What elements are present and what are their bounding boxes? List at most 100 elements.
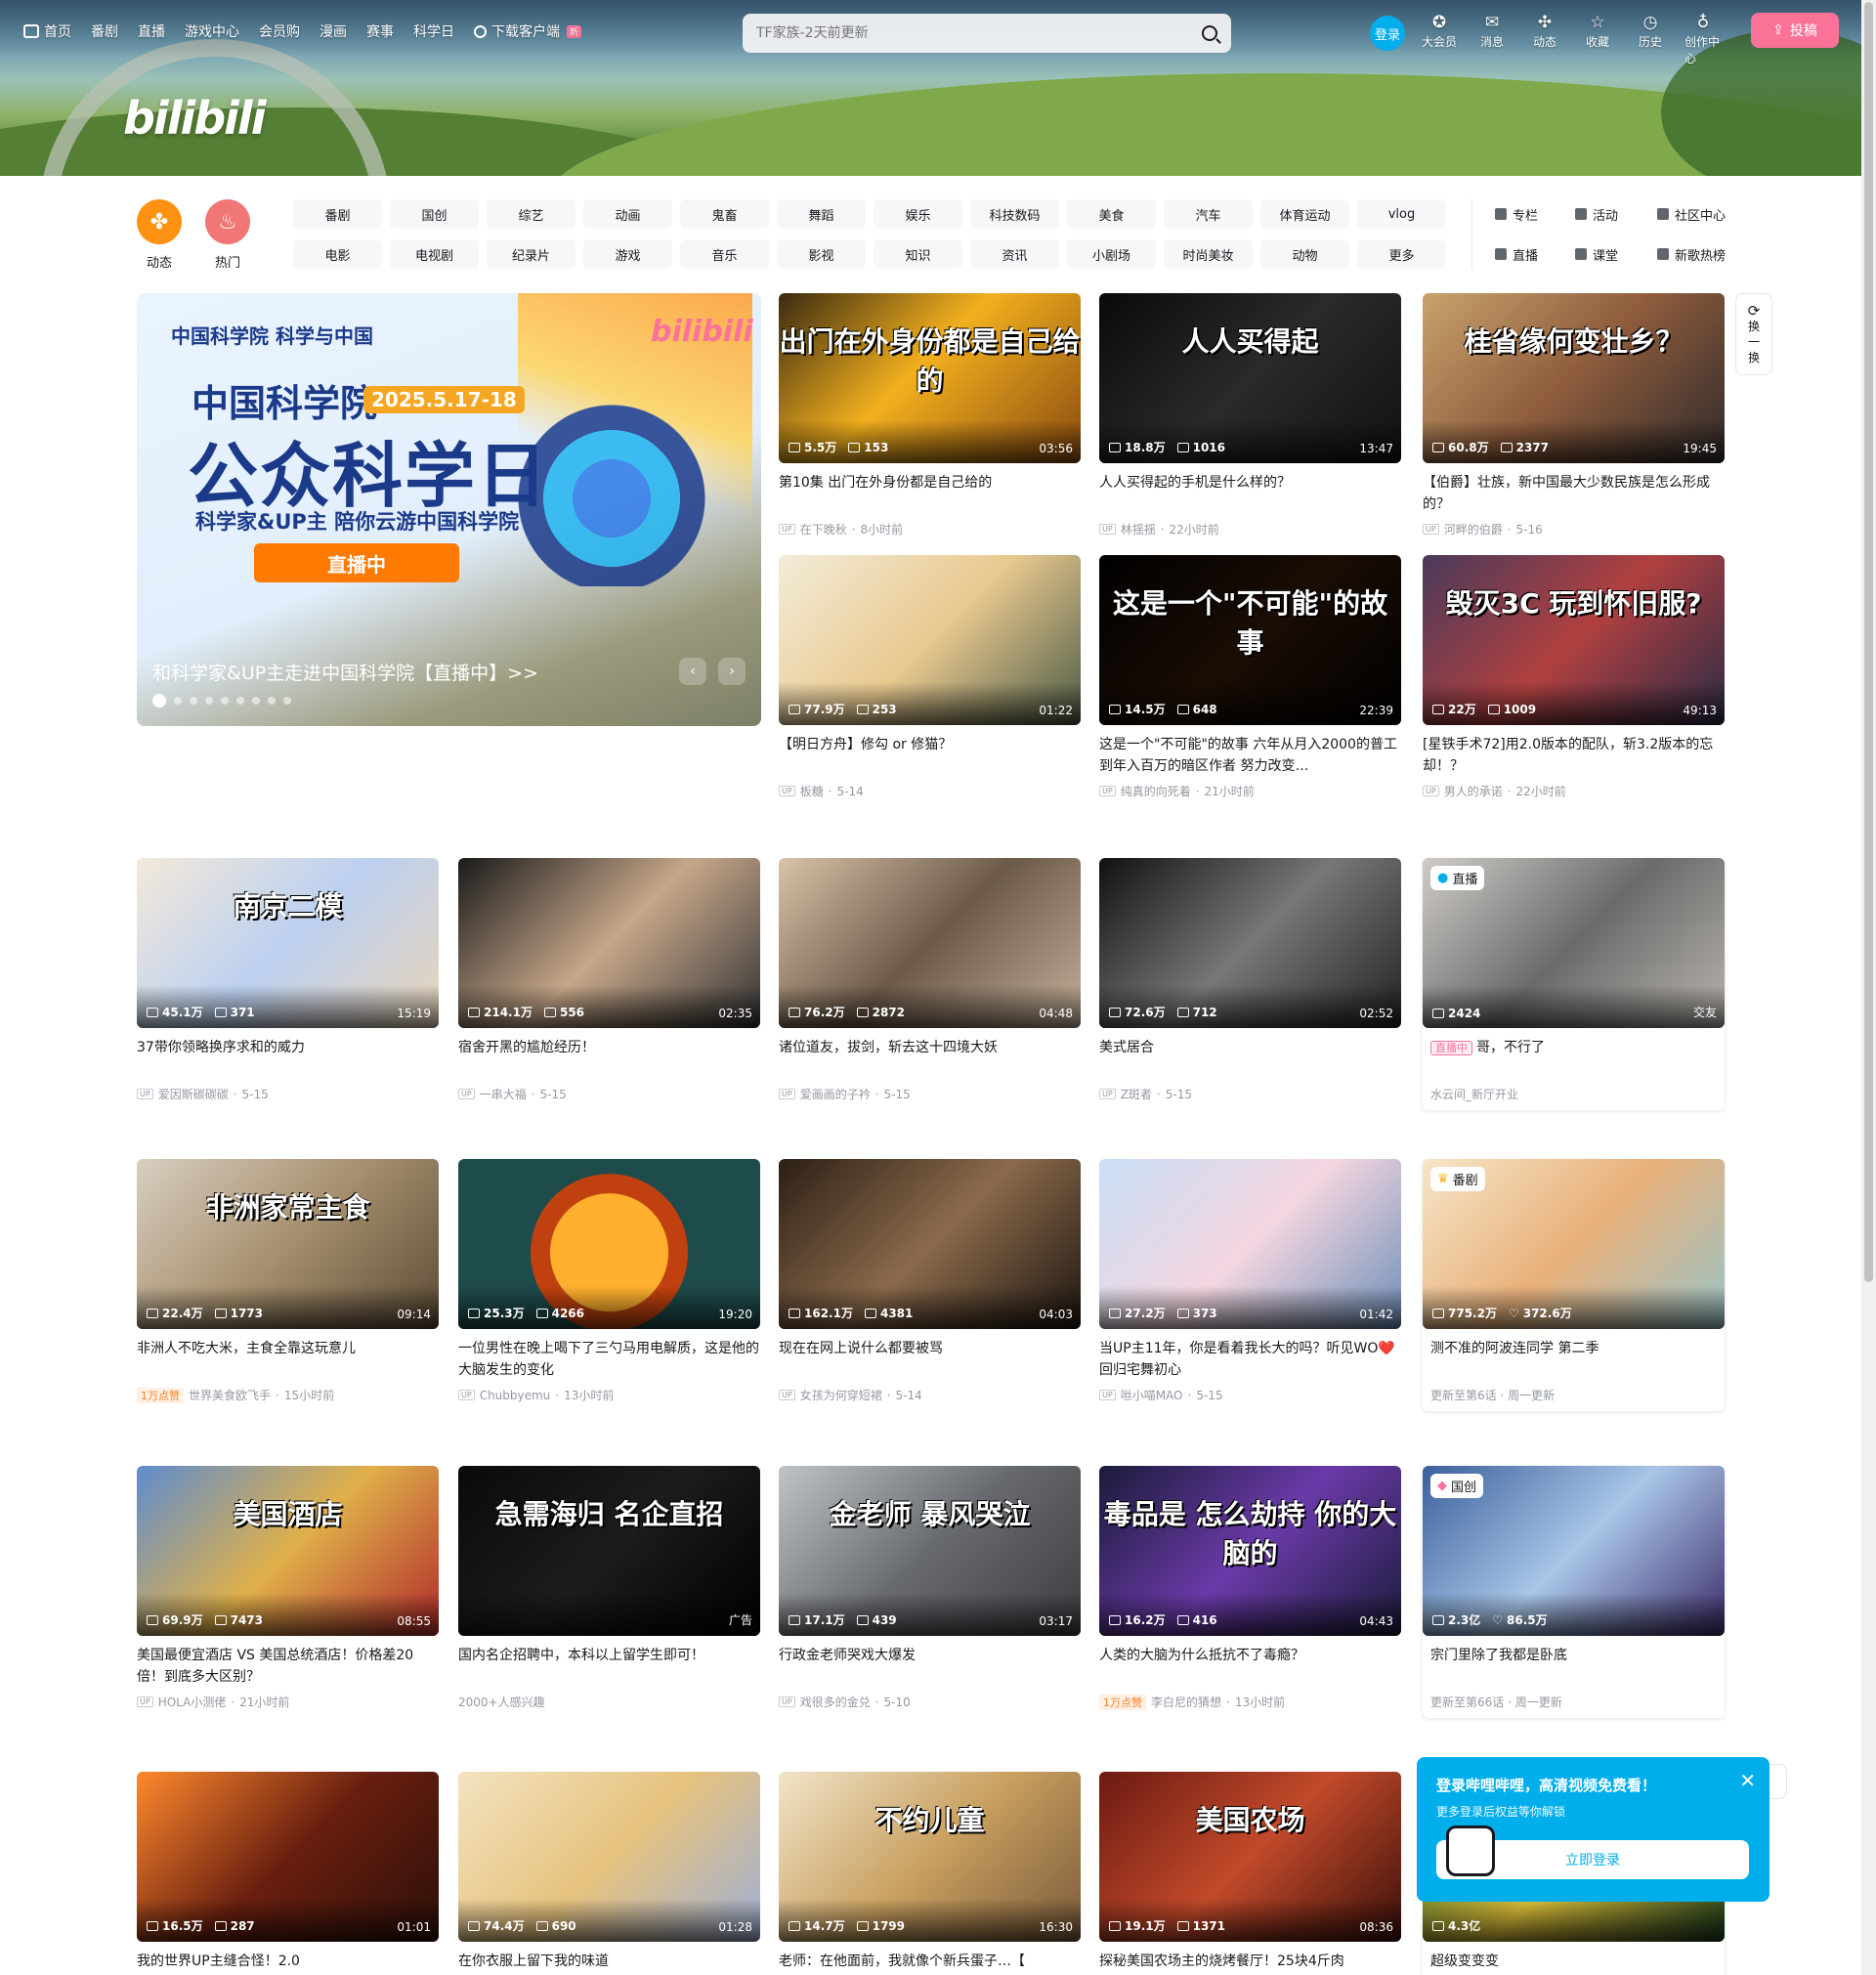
video-card[interactable]: 不约儿童 14.7万 1799 16:30 老师：在他面前，我就像个新兵蛋子…【: [779, 1772, 1081, 1975]
video-title[interactable]: 人类的大脑为什么抵抗不了毒瘾？: [1099, 1645, 1401, 1688]
video-author[interactable]: 林揺揺: [1121, 521, 1156, 537]
video-title[interactable]: 现在在网上说什么都要被骂: [779, 1338, 1081, 1381]
video-title[interactable]: 行政金老师哭戏大爆发: [779, 1645, 1081, 1688]
video-title[interactable]: 第10集 出门在外身份都是自己给的: [779, 472, 1081, 515]
chevron-right-icon[interactable]: ›: [718, 658, 746, 685]
video-title[interactable]: 一位男性在晚上喝下了三勺马用电解质，这是他的大脑发生的变化: [458, 1338, 760, 1381]
hero-caption[interactable]: 和科学家&UP主走进中国科学院【直播中】>>: [152, 659, 538, 685]
extra-channel-link[interactable]: 课堂: [1575, 239, 1653, 269]
special-title[interactable]: 宗门里除了我都是卧底: [1423, 1645, 1725, 1688]
video-card[interactable]: 金老师 暴风哭泣 17.1万 439 03:17 行政金老师哭戏大爆发 UP 戏很多的金兑 ·…: [779, 1466, 1081, 1710]
channel-chip[interactable]: 小剧场: [1067, 239, 1156, 269]
carousel-dot[interactable]: [283, 697, 291, 705]
video-author[interactable]: HOLA小测佬: [158, 1694, 227, 1710]
video-card[interactable]: 人人买得起 18.8万 1016 13:47 人人买得起的手机是什么样的？ UP 林揺揺 · 2…: [1099, 293, 1401, 537]
channel-chip[interactable]: 体育运动: [1260, 199, 1349, 229]
search-icon[interactable]: [1202, 25, 1217, 41]
video-thumbnail[interactable]: 南京二模 45.1万 371 15:19: [137, 858, 439, 1028]
video-author[interactable]: 一串大福: [480, 1086, 527, 1102]
video-title[interactable]: 宿舍开黑的尴尬经历！: [458, 1037, 760, 1080]
video-title[interactable]: 诸位道友，拔剑，斩去这十四境大妖: [779, 1037, 1081, 1080]
video-author[interactable]: 纯真的向死着: [1121, 783, 1191, 799]
channel-chip[interactable]: 动画: [583, 199, 672, 229]
extra-channel-link[interactable]: 专栏: [1495, 199, 1571, 229]
video-thumbnail[interactable]: 77.9万 253 01:22: [779, 555, 1081, 725]
video-card[interactable]: 25.3万 4266 19:20 一位男性在晚上喝下了三勺马用电解质，这是他的大脑发生…: [458, 1159, 760, 1403]
video-title[interactable]: 这是一个"不可能"的故事 六年从月入2000的普工到年入百万的暗区作者 努力改变…: [1099, 734, 1401, 777]
nav-dynamic[interactable]: ✣ 动态: [1526, 12, 1563, 66]
nav-favorites[interactable]: ☆ 收藏: [1579, 12, 1616, 66]
carousel-dot[interactable]: [205, 697, 213, 705]
special-title[interactable]: 测不准的阿波连同学 第二季: [1423, 1338, 1725, 1381]
carousel-dot[interactable]: [252, 697, 260, 705]
special-thumbnail[interactable]: ◆ 国创 2.3亿 ♡ 86.5万: [1423, 1466, 1725, 1636]
hot-channel-button[interactable]: ♨: [205, 199, 250, 244]
nav-game-center[interactable]: 游戏中心: [185, 21, 239, 41]
nav-bangumi[interactable]: 番剧: [91, 21, 118, 41]
dynamic-channel-button[interactable]: ✤: [137, 199, 182, 244]
special-thumbnail[interactable]: ♛ 番剧 775.2万 ♡ 372.6万: [1423, 1159, 1725, 1329]
video-card[interactable]: 毒品是 怎么劫持 你的大脑的 16.2万 416 04:43 人类的大脑为什么抵抗不了毒…: [1099, 1466, 1401, 1710]
video-card[interactable]: 214.1万 556 02:35 宿舍开黑的尴尬经历！ UP 一串大福 · 5-15: [458, 858, 760, 1102]
nav-mall[interactable]: 会员购: [259, 21, 300, 41]
video-thumbnail[interactable]: 74.4万 690 01:28: [458, 1772, 760, 1942]
special-title[interactable]: 超级变变变: [1423, 1951, 1725, 1975]
video-card[interactable]: 出门在外身份都是自己给的 5.5万 153 03:56 第10集 出门在外身份都是自己给…: [779, 293, 1081, 537]
nav-messages[interactable]: ✉ 消息: [1473, 12, 1511, 66]
video-title[interactable]: 老师：在他面前，我就像个新兵蛋子…【: [779, 1951, 1081, 1975]
video-title[interactable]: 在你衣服上留下我的味道: [458, 1951, 760, 1975]
video-card[interactable]: 76.2万 2872 04:48 诸位道友，拔剑，斩去这十四境大妖 UP 爱画画的子衿 · 5…: [779, 858, 1081, 1102]
video-card[interactable]: 急需海归 名企直招 广告 国内名企招聘中，本科以上留学生即可！ 2000+人感兴趣: [458, 1466, 760, 1710]
video-author[interactable]: 爱画画的子衿: [800, 1086, 871, 1102]
channel-chip[interactable]: 美食: [1067, 199, 1156, 229]
video-title[interactable]: 美式居合: [1099, 1037, 1401, 1080]
video-thumbnail[interactable]: 美国农场 19.1万 1371 08:36: [1099, 1772, 1401, 1942]
bilibili-logo[interactable]: bilibili: [123, 92, 266, 145]
video-author[interactable]: 咝小喵MAO: [1121, 1387, 1183, 1403]
video-thumbnail[interactable]: 214.1万 556 02:35: [458, 858, 760, 1028]
video-author[interactable]: 李白尼的猜想: [1151, 1694, 1221, 1710]
video-title[interactable]: [星铁手术72]用2.0版本的配队，斩3.2版本的忘却！？: [1423, 734, 1725, 777]
carousel-dot[interactable]: [236, 697, 244, 705]
video-card[interactable]: 16.5万 287 01:01 我的世界UP主缝合怪！2.0: [137, 1772, 439, 1975]
channel-chip[interactable]: 舞蹈: [777, 199, 866, 229]
video-card[interactable]: 南京二模 45.1万 371 15:19 37带你领略换序求和的威力 UP 爱因斯碳碳碳 · 5…: [137, 858, 439, 1102]
video-author[interactable]: 世界美食欧飞手: [189, 1387, 271, 1403]
channel-chip[interactable]: 更多: [1357, 239, 1446, 269]
video-author[interactable]: 板糖: [800, 783, 824, 799]
video-card[interactable]: 美国酒店 69.9万 7473 08:55 美国最便宜酒店 VS 美国总统酒店！价格差2…: [137, 1466, 439, 1710]
carousel-dot[interactable]: [152, 694, 166, 708]
video-title[interactable]: 37带你领略换序求和的威力: [137, 1037, 439, 1080]
video-thumbnail[interactable]: 毒品是 怎么劫持 你的大脑的 16.2万 416 04:43: [1099, 1466, 1401, 1636]
channel-chip[interactable]: 娱乐: [874, 199, 962, 229]
nav-manga[interactable]: 漫画: [320, 21, 347, 41]
nav-creator-center[interactable]: ♁ 创作中心: [1684, 12, 1722, 66]
video-title[interactable]: 【明日方舟】修勾 or 修猫？: [779, 734, 1081, 777]
channel-chip[interactable]: 番剧: [293, 199, 382, 229]
channel-chip[interactable]: 鬼畜: [680, 199, 769, 229]
video-title[interactable]: 美国最便宜酒店 VS 美国总统酒店！价格差20倍！到底多大区别？: [137, 1645, 439, 1688]
nav-vip[interactable]: ✪ 大会员: [1421, 12, 1458, 66]
video-author[interactable]: 男人的承诺: [1444, 783, 1503, 799]
channel-chip[interactable]: 音乐: [680, 239, 769, 269]
video-card[interactable]: 77.9万 253 01:22 【明日方舟】修勾 or 修猫？ UP 板糖 · 5-14: [779, 555, 1081, 799]
special-title[interactable]: 直播中 哥，不行了: [1423, 1037, 1725, 1080]
close-icon[interactable]: ✕: [1739, 1769, 1756, 1792]
video-card[interactable]: 毁灭3C 玩到怀旧服? 22万 1009 49:13 [星铁手术72]用2.0版本的配队…: [1423, 555, 1725, 799]
channel-chip[interactable]: 科技数码: [970, 199, 1059, 229]
video-thumbnail[interactable]: 25.3万 4266 19:20: [458, 1159, 760, 1329]
extra-channel-link[interactable]: 社区中心: [1657, 199, 1765, 229]
nav-science-day[interactable]: 科学日: [413, 21, 454, 41]
video-thumbnail[interactable]: 非洲家常主食 22.4万 1773 09:14: [137, 1159, 439, 1329]
channel-chip[interactable]: 电影: [293, 239, 382, 269]
video-thumbnail[interactable]: 27.2万 373 01:42: [1099, 1159, 1401, 1329]
upload-button[interactable]: ⇪ 投稿: [1751, 13, 1839, 48]
special-thumbnail[interactable]: ● 直播 2424 交友: [1423, 858, 1725, 1028]
video-thumbnail[interactable]: 162.1万 4381 04:03: [779, 1159, 1081, 1329]
channel-chip[interactable]: vlog: [1357, 199, 1446, 229]
video-author[interactable]: 2000+人感兴趣: [458, 1694, 545, 1710]
video-author[interactable]: Chubbyemu: [480, 1389, 551, 1402]
carousel-dot[interactable]: [174, 697, 182, 705]
hero-carousel[interactable]: 中国科学院 科学与中国 bilibili 中国科学院 2025.5.17-18 …: [137, 293, 761, 726]
video-card[interactable]: 72.6万 712 02:52 美式居合 UP Z斑者 · 5-15: [1099, 858, 1401, 1102]
